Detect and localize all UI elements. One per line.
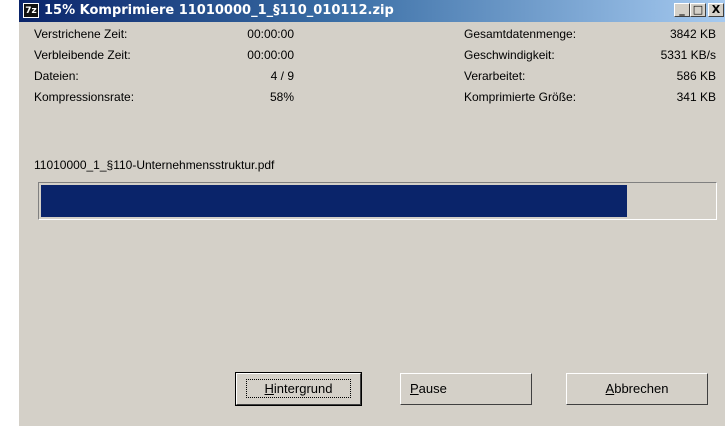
cancel-button[interactable]: Abbrechen [566,373,708,405]
background-button[interactable]: Hintergrund [235,372,362,406]
pause-accel-key: P [410,381,419,396]
elapsed-time-value: 00:00:00 [247,27,294,41]
cancel-label-rest: bbrechen [614,381,669,396]
elapsed-time-label: Verstrichene Zeit: [34,27,128,41]
remaining-time-label: Verbleibende Zeit: [34,48,131,62]
background-button-label: Hintergrund [245,379,352,398]
minimize-button[interactable]: _ [674,3,690,17]
maximize-button[interactable]: □ [690,3,706,17]
stat-row-remaining: Verbleibende Zeit: 00:00:00 [34,48,294,64]
speed-label: Geschwindigkeit: [464,48,555,62]
speed-value: 5331 KB/s [660,48,716,62]
window-title: 15% Komprimiere 11010000_1_§110_010112.z… [44,3,394,18]
background-label-rest: intergrund [273,381,333,396]
stat-row-speed: Geschwindigkeit: 5331 KB/s [464,48,716,64]
cancel-accel-key: A [605,381,615,396]
close-button[interactable]: X [708,3,724,17]
remaining-time-value: 00:00:00 [247,48,294,62]
stat-row-ratio: Kompressionsrate: 58% [34,90,294,106]
total-size-value: 3842 KB [669,27,716,41]
pause-button-label: Pause [410,374,522,404]
files-value: 4 / 9 [270,69,294,83]
background-accel-key: H [264,381,274,396]
compressed-size-label: Komprimierte Größe: [464,90,577,104]
pause-button[interactable]: Pause [400,373,532,405]
title-bar[interactable]: 7z 15% Komprimiere 11010000_1_§110_01011… [19,0,725,22]
progress-bar-fill [41,185,627,217]
pause-label-rest: ause [418,381,447,396]
total-size-label: Gesamtdatenmenge: [464,27,577,41]
compression-progress-window: 7z 15% Komprimiere 11010000_1_§110_01011… [19,0,725,426]
compression-ratio-label: Kompressionsrate: [34,90,135,104]
compression-ratio-value: 58% [269,90,294,104]
files-label: Dateien: [34,69,79,83]
stat-row-total-size: Gesamtdatenmenge: 3842 KB [464,27,716,43]
stat-row-elapsed: Verstrichene Zeit: 00:00:00 [34,27,294,43]
stat-row-files: Dateien: 4 / 9 [34,69,294,85]
processed-label: Verarbeitet: [464,69,526,83]
compressed-size-value: 341 KB [676,90,716,104]
stat-row-compressed-size: Komprimierte Größe: 341 KB [464,90,716,106]
stat-row-processed: Verarbeitet: 586 KB [464,69,716,85]
7zip-app-icon[interactable]: 7z [23,3,39,18]
progress-bar [38,182,717,220]
current-file-name: 11010000_1_§110-Unternehmensstruktur.pdf [34,158,275,172]
cancel-button-label: Abbrechen [606,381,669,396]
processed-value: 586 KB [676,69,716,83]
